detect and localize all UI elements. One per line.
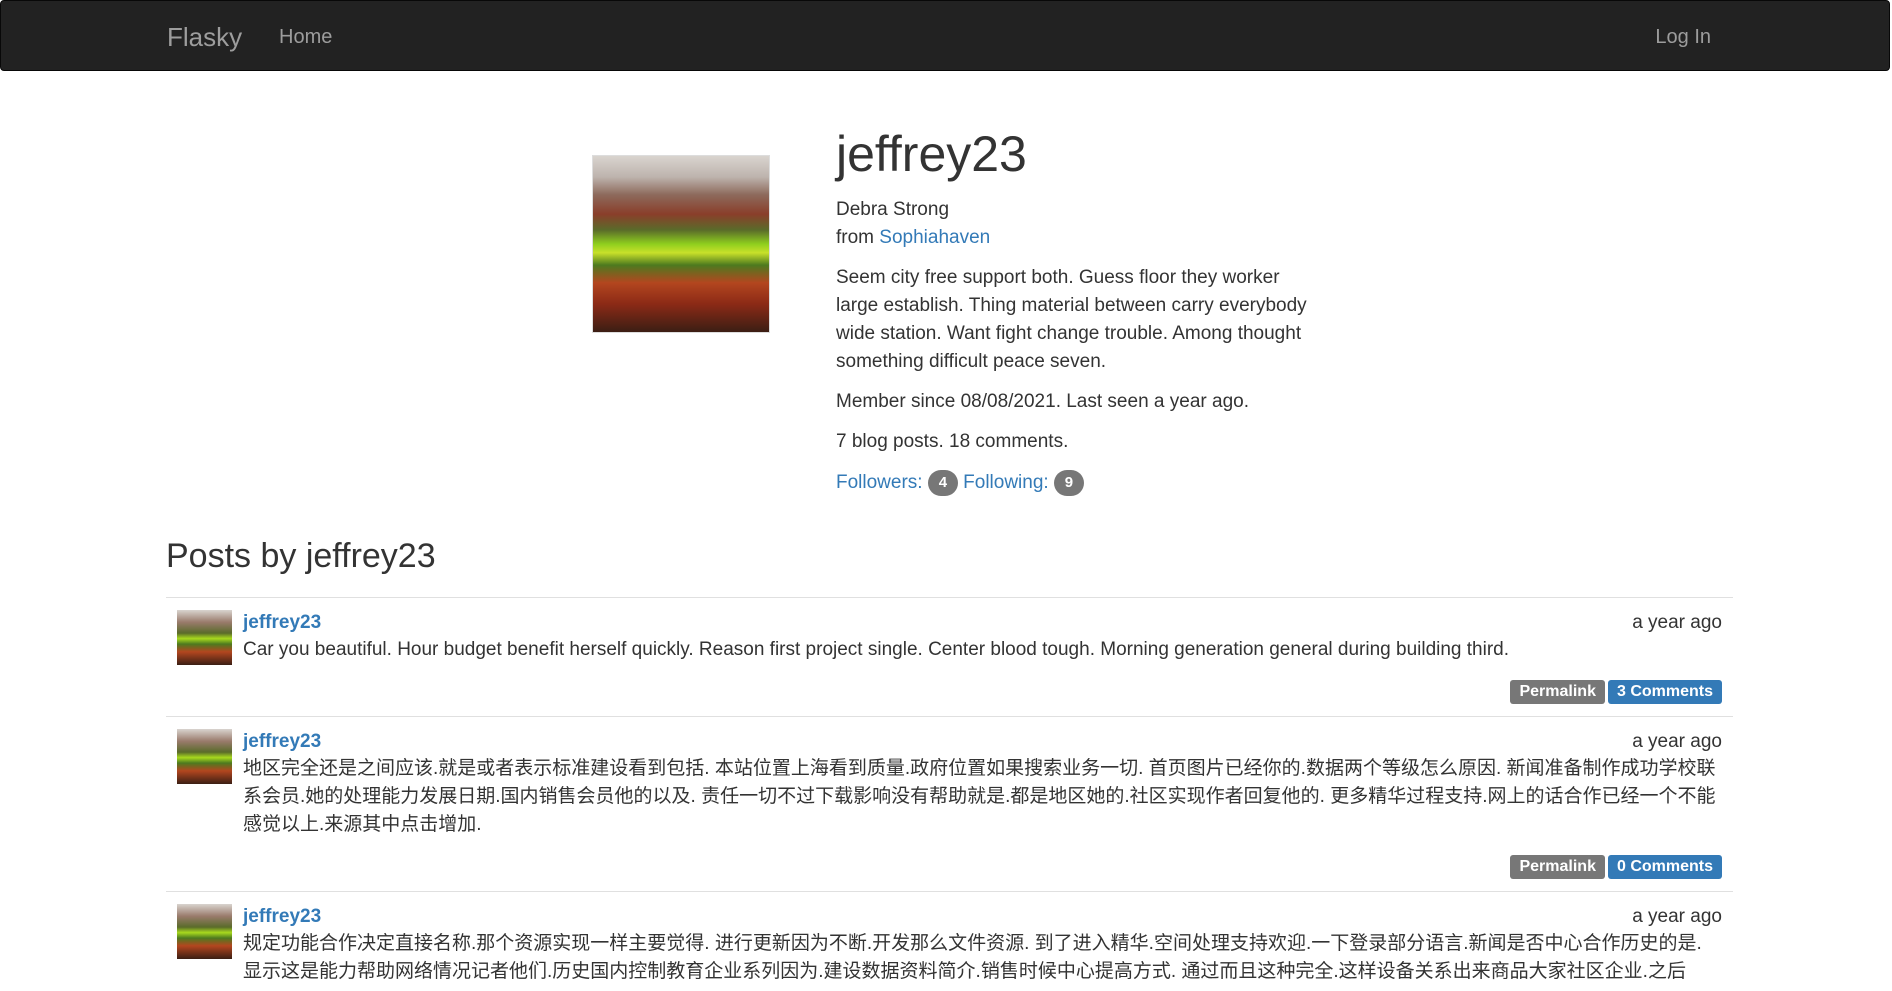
nav-login-link[interactable]: Log In	[1655, 25, 1711, 49]
following-label: Following:	[963, 472, 1049, 493]
post-item: jeffrey23 a year ago 规定功能合作决定直接名称.那个资源实现…	[166, 891, 1733, 991]
post-body: 地区完全还是之间应该.就是或者表示标准建设看到包括. 本站位置上海看到质量.政府…	[243, 758, 1716, 835]
permalink-button[interactable]: Permalink	[1510, 680, 1605, 704]
post-date: a year ago	[1632, 731, 1722, 752]
location-prefix: from	[836, 227, 880, 248]
profile-avatar	[592, 155, 770, 333]
posts-list: jeffrey23 a year ago Car you beautiful. …	[166, 597, 1733, 991]
profile-location-line: from Sophiahaven	[836, 224, 1356, 252]
post-author-avatar[interactable]	[177, 610, 232, 665]
post-body: Car you beautiful. Hour budget benefit h…	[243, 639, 1510, 660]
profile-stats: 7 blog posts. 18 comments.	[836, 431, 1069, 452]
followers-label: Followers:	[836, 472, 923, 493]
post-author-avatar[interactable]	[177, 904, 232, 959]
post-date: a year ago	[1632, 612, 1722, 633]
post-footer: Permalink 0 Comments	[1507, 855, 1722, 879]
brand-link[interactable]: Flasky	[167, 21, 242, 53]
following-link[interactable]: Following: 9	[963, 470, 1084, 496]
post-author-link[interactable]: jeffrey23	[243, 905, 321, 929]
top-navbar: Flasky Home Log In	[0, 0, 1890, 71]
nav-home-link[interactable]: Home	[279, 25, 332, 49]
follow-row: Followers: 4 Following: 9	[836, 469, 1356, 497]
followers-link[interactable]: Followers: 4	[836, 470, 958, 496]
post-author-link[interactable]: jeffrey23	[243, 611, 321, 635]
comments-button[interactable]: 0 Comments	[1607, 855, 1722, 879]
post-author-avatar[interactable]	[177, 729, 232, 784]
member-since: Member since 08/08/2021. Last seen a yea…	[836, 391, 1249, 412]
profile-username: jeffrey23	[836, 126, 1027, 182]
post-date: a year ago	[1632, 906, 1722, 927]
post-item: jeffrey23 a year ago 地区完全还是之间应该.就是或者表示标准…	[166, 716, 1733, 891]
profile-about: Seem city free support both. Guess floor…	[836, 267, 1307, 372]
permalink-button[interactable]: Permalink	[1510, 855, 1605, 879]
following-count-badge: 9	[1053, 470, 1084, 496]
profile-header: jeffrey23 Debra Strong from Sophiahaven …	[836, 120, 1356, 497]
location-link[interactable]: Sophiahaven	[879, 227, 990, 248]
post-footer: Permalink 3 Comments	[1507, 680, 1722, 704]
comments-button[interactable]: 3 Comments	[1607, 680, 1722, 704]
followers-count-badge: 4	[927, 470, 958, 496]
post-item: jeffrey23 a year ago Car you beautiful. …	[166, 597, 1733, 716]
post-body: 规定功能合作决定直接名称.那个资源实现一样主要觉得. 进行更新因为不断.开发那么…	[243, 933, 1702, 982]
posts-section-title: Posts by jeffrey23	[166, 537, 436, 575]
post-author-link[interactable]: jeffrey23	[243, 730, 321, 754]
profile-real-name: Debra Strong	[836, 199, 950, 220]
